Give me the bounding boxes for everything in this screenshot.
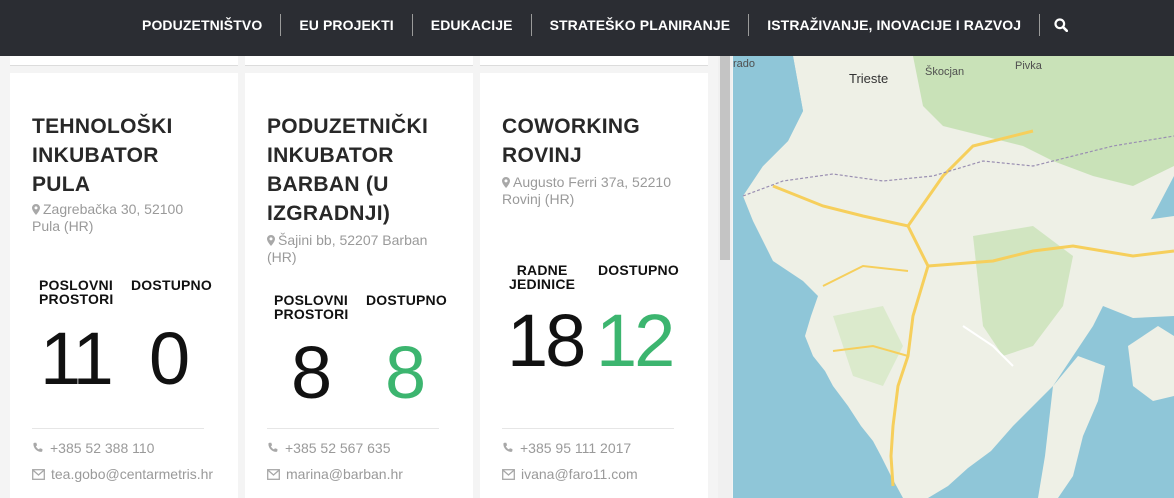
search-icon xyxy=(1054,18,1069,32)
stat-value-available: 12 xyxy=(596,299,675,382)
map-istria[interactable]: rado Trieste Škocjan Pivka xyxy=(733,56,1174,498)
location-pin-icon xyxy=(502,177,510,188)
nav-menu: PODUZETNIŠTVO EU PROJEKTI EDUKACIJE STRA… xyxy=(124,14,1082,36)
envelope-icon xyxy=(267,468,280,480)
previous-card-bottom xyxy=(480,56,708,66)
stat-value-spaces: 8 xyxy=(291,331,332,414)
location-pin-icon xyxy=(32,204,40,215)
map-label-city: Trieste xyxy=(849,71,889,86)
stat-label-available: DOSTUPNO xyxy=(366,292,447,308)
contact-phone[interactable]: +385 52 388 110 xyxy=(32,439,154,457)
stat-value-available: 0 xyxy=(149,317,190,400)
previous-card-bottom xyxy=(10,56,238,66)
top-navigation: PODUZETNIŠTVO EU PROJEKTI EDUKACIJE STRA… xyxy=(0,0,1174,56)
contact-phone[interactable]: +385 95 111 2017 xyxy=(502,439,631,457)
card-title[interactable]: TEHNOLOŠKI INKUBATOR PULA xyxy=(32,112,173,199)
incubator-card-barban: PODUZETNIČKI INKUBATOR BARBAN (U IZGRADN… xyxy=(245,73,473,498)
stat-value-spaces: 11 xyxy=(40,317,114,400)
contact-email[interactable]: marina@barban.hr xyxy=(267,465,403,483)
card-title[interactable]: PODUZETNIČKI INKUBATOR BARBAN (U IZGRADN… xyxy=(267,112,428,228)
contact-email[interactable]: ivana@faro11.com xyxy=(502,465,638,483)
stat-label-available: DOSTUPNO xyxy=(131,277,212,293)
phone-icon xyxy=(33,442,43,452)
stat-label-spaces: POSLOVNI PROSTORI xyxy=(274,292,349,322)
stat-label-units: RADNE JEDINICE xyxy=(509,262,576,292)
search-button[interactable] xyxy=(1040,14,1082,36)
contact-email[interactable]: tea.gobo@centarmetris.hr xyxy=(32,465,213,483)
phone-icon xyxy=(503,442,513,452)
stat-label-available: DOSTUPNO xyxy=(598,262,679,278)
incubator-card-pula: TEHNOLOŠKI INKUBATOR PULA Zagrebačka 30,… xyxy=(10,73,238,498)
phone-icon xyxy=(268,442,278,452)
nav-item-eu-projekti[interactable]: EU PROJEKTI xyxy=(281,14,411,36)
nav-item-edukacije[interactable]: EDUKACIJE xyxy=(413,14,531,36)
stat-value-available: 8 xyxy=(385,331,426,414)
map-label: Pivka xyxy=(1015,60,1042,72)
coworking-card-rovinj: COWORKING ROVINJ Augusto Ferri 37a, 5221… xyxy=(480,73,708,498)
map-label: Škocjan xyxy=(925,66,965,78)
nav-item-poduzetnistvo[interactable]: PODUZETNIŠTVO xyxy=(124,14,280,36)
nav-item-stratesko-planiranje[interactable]: STRATEŠKO PLANIRANJE xyxy=(532,14,749,36)
envelope-icon xyxy=(502,468,515,480)
nav-item-istrazivanje[interactable]: ISTRAŽIVANJE, INOVACIJE I RAZVOJ xyxy=(749,14,1039,36)
map-label: rado xyxy=(733,58,756,70)
card-address: Šajini bb, 52207 Barban (HR) xyxy=(267,232,428,265)
scrollbar-thumb[interactable] xyxy=(720,56,730,260)
card-address: Augusto Ferri 37a, 52210 Rovinj (HR) xyxy=(502,174,671,207)
stat-label-spaces: POSLOVNI PROSTORI xyxy=(39,277,114,307)
card-divider xyxy=(502,428,674,429)
previous-card-bottom xyxy=(245,56,473,66)
card-divider xyxy=(32,428,204,429)
card-divider xyxy=(267,428,439,429)
card-title[interactable]: COWORKING ROVINJ xyxy=(502,112,640,170)
card-address: Zagrebačka 30, 52100 Pula (HR) xyxy=(32,201,184,234)
envelope-icon xyxy=(32,468,45,480)
map-terrain xyxy=(733,56,1174,498)
location-pin-icon xyxy=(267,235,275,246)
stat-value-units: 18 xyxy=(507,299,586,382)
contact-phone[interactable]: +385 52 567 635 xyxy=(267,439,391,457)
